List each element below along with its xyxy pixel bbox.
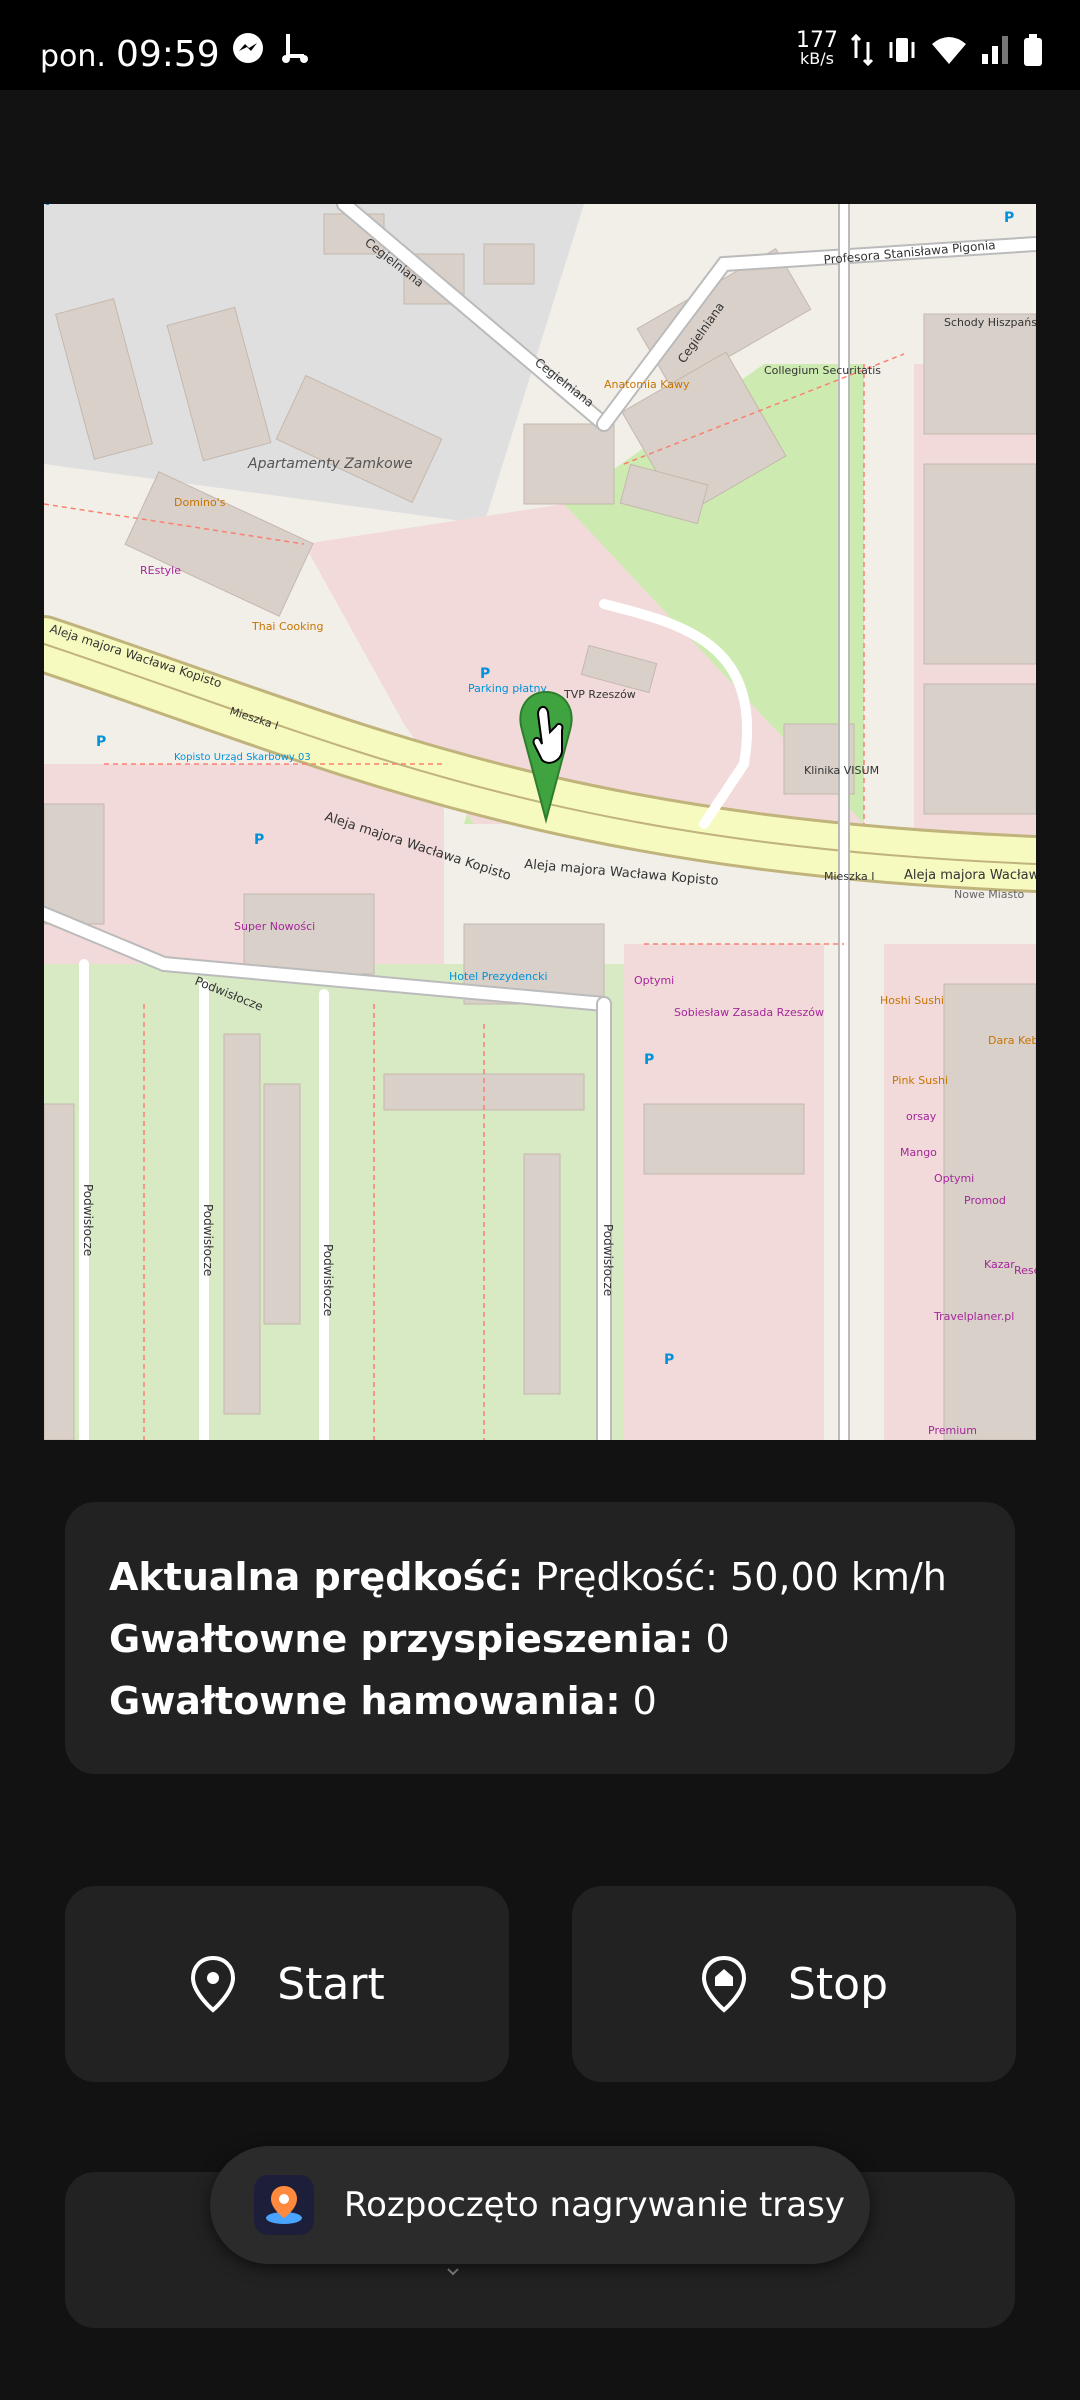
map-label-anatomia: Anatomia Kawy [604,378,690,391]
map-label-promod: Promod [964,1194,1006,1207]
map-label-pink: Pink Sushi [892,1074,948,1087]
start-button[interactable]: Start [65,1886,509,2082]
route-app-icon [254,2175,314,2235]
data-arrows-icon [850,33,874,67]
map-label-klinika: Klinika VISUM [804,764,879,777]
map-label-hotel: Hotel Prezydencki [449,970,548,983]
vibrate-icon [889,38,915,62]
map-label-aleja-4: Aleja majora Wacława Kopisto [904,868,1036,883]
map-label-dara: Dara Kebab [988,1034,1036,1047]
map-label-tvp: TVP Rzeszów [563,688,636,701]
map-label-podwislocze-3: Podwisłocze [201,1204,215,1276]
map-label-kazar: Kazar [984,1258,1015,1271]
map-label-orsay: orsay [906,1110,937,1123]
svg-text:P: P [664,1352,674,1368]
battery-icon [1024,34,1042,66]
acceleration-label: Gwałtowne przyspieszenia: [109,1617,694,1661]
wifi-icon [932,37,966,64]
speed-value: Prędkość: 50,00 km/h [535,1555,947,1599]
map-label-mango: Mango [900,1146,937,1159]
svg-text:P: P [480,666,490,682]
map-label-hoshi: Hoshi Sushi [880,994,944,1007]
map-label-podwislocze-5: Podwisłocze [601,1224,615,1296]
map-label-reserved: Rese [1014,1264,1036,1277]
svg-text:P: P [96,734,106,750]
acceleration-value: 0 [705,1617,730,1661]
map-label-travel: Travelplaner.pl [933,1310,1014,1323]
speed-line: Aktualna prędkość: Prędkość: 50,00 km/h [109,1546,947,1608]
network-speed: 177 kB/s [796,28,838,68]
start-button-label: Start [277,1958,385,2010]
svg-text:P: P [254,832,264,848]
map-label-kopisto: Kopisto Urząd Skarbowy 03 [174,752,311,763]
map-label-podwislocze-2: Podwisłocze [81,1184,95,1256]
map-view[interactable]: Aleja majora Wacława Kopisto Aleja major… [44,204,1036,1440]
speed-label: Aktualna prędkość: [109,1555,524,1599]
braking-value: 0 [632,1679,657,1723]
location-pin-icon [191,1955,236,2013]
map-label-sobieslaw: Sobiesław Zasada Rzeszów [674,1006,824,1019]
map-label-optymi: Optymi [934,1172,974,1185]
stop-button[interactable]: Stop [572,1886,1016,2082]
scooter-icon [281,34,308,63]
location-home-pin-icon [701,1955,746,2013]
stats-card: Aktualna prędkość: Prędkość: 50,00 km/h … [65,1502,1015,1774]
map-label-podwislocze-4: Podwisłocze [321,1244,335,1316]
braking-label: Gwałtowne hamowania: [109,1679,621,1723]
map-tiles[interactable]: Aleja majora Wacława Kopisto Aleja major… [44,204,1036,1440]
status-day: pon. [40,39,106,74]
map-label-optymi-2: Optymi [634,974,674,987]
status-time: 09:59 [115,34,220,75]
svg-text:P: P [1004,210,1014,226]
stop-button-label: Stop [787,1958,889,2010]
messenger-icon [232,33,263,63]
map-label-schody: Schody Hiszpańskie [944,316,1036,329]
map-label-super-nowosci: Super Nowości [234,920,315,933]
map-label-dominos: Domino's [174,496,226,509]
toast-text: Rozpoczęto nagrywanie trasy [344,2185,845,2225]
map-label-thai: Thai Cooking [251,620,324,633]
status-bar: pon. 09:59 177 kB/s [0,0,1080,90]
signal-icon [982,36,1008,64]
map-label-restyle: REstyle [140,564,181,577]
acceleration-line: Gwałtowne przyspieszenia: 0 [109,1608,947,1670]
toast-notification: Rozpoczęto nagrywanie trasy [210,2146,870,2264]
chevron-down-icon [447,2268,459,2276]
svg-text:P: P [45,204,55,209]
map-label-collegium: Collegium Securitatis [764,364,881,377]
braking-line: Gwałtowne hamowania: 0 [109,1670,947,1732]
svg-text:P: P [644,1052,654,1068]
map-label-premium: Premium [928,1424,977,1437]
map-label-apartamenty: Apartamenty Zamkowe [247,456,413,472]
map-label-mieszka-2: Mieszka I [824,870,874,883]
map-label-nowe-miasto: Nowe Miasto [954,888,1025,901]
